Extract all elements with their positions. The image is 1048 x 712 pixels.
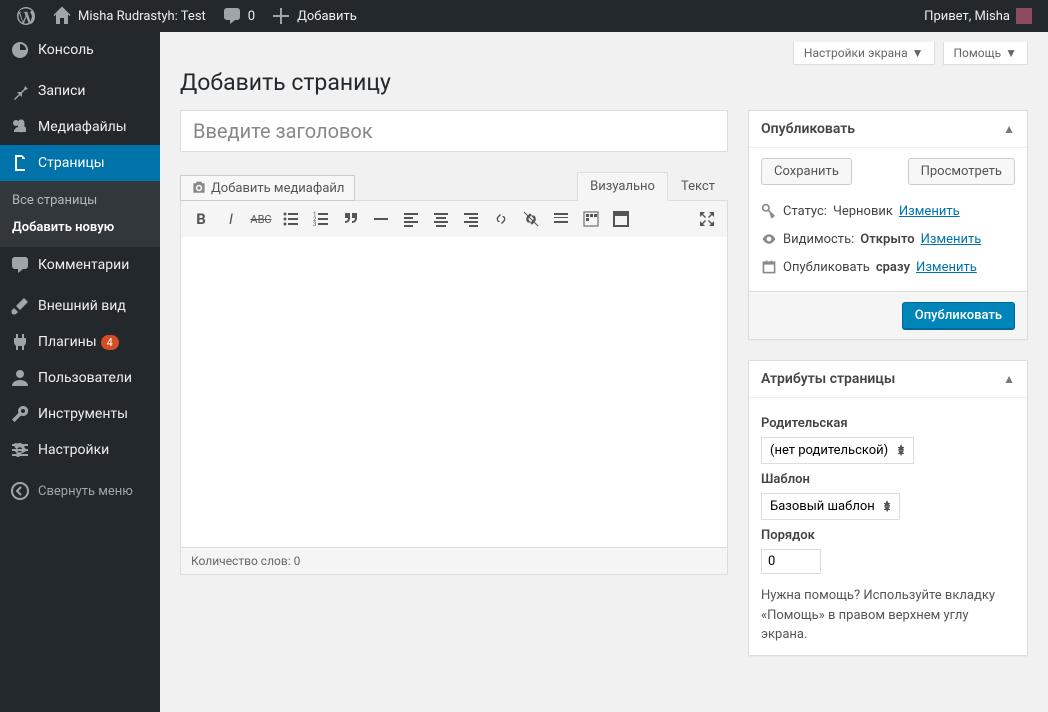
post-title-input[interactable] <box>180 110 728 152</box>
numbered-list-button[interactable]: 123 <box>307 205 335 233</box>
home-icon <box>52 6 72 26</box>
chevron-down-icon: ▼ <box>1005 46 1017 60</box>
status-row: Статус: Черновик Изменить <box>761 197 1015 225</box>
preview-button[interactable]: Просмотреть <box>908 158 1015 185</box>
hr-button[interactable] <box>367 205 395 233</box>
comment-icon <box>222 6 242 26</box>
publish-button[interactable]: Опубликовать <box>902 302 1015 329</box>
submenu-all-pages[interactable]: Все страницы <box>0 187 160 214</box>
user-greeting[interactable]: Привет, Misha <box>916 0 1040 32</box>
menu-comments[interactable]: Комментарии <box>0 247 160 283</box>
menu-plugins[interactable]: Плагины4 <box>0 324 160 360</box>
strikethrough-button[interactable]: ABC <box>247 205 275 233</box>
media-icon <box>10 117 30 137</box>
eye-icon <box>761 231 777 247</box>
parent-label: Родительская <box>761 416 1015 431</box>
avatar <box>1016 8 1032 24</box>
collapse-icon <box>10 481 30 501</box>
wordpress-icon <box>16 6 36 26</box>
menu-appearance[interactable]: Внешний вид <box>0 288 160 324</box>
editor-toolbar: B I ABC 123 <box>181 201 727 237</box>
parent-select[interactable]: (нет родительской) <box>761 437 914 464</box>
screen-options-tab[interactable]: Настройки экрана ▼ <box>793 42 935 65</box>
brush-icon <box>10 296 30 316</box>
calendar-icon <box>761 259 777 275</box>
fullscreen-button[interactable] <box>693 205 721 233</box>
menu-tools[interactable]: Инструменты <box>0 396 160 432</box>
align-left-button[interactable] <box>397 205 425 233</box>
page-title: Добавить страницу <box>180 69 1028 96</box>
template-select[interactable]: Базовый шаблон <box>761 493 900 520</box>
editor-content[interactable] <box>181 237 727 547</box>
camera-icon <box>191 180 207 196</box>
more-button[interactable] <box>547 205 575 233</box>
pin-icon <box>10 81 30 101</box>
svg-text:3: 3 <box>313 221 316 228</box>
add-media-button[interactable]: Добавить медиафайл <box>180 175 355 201</box>
bullet-list-button[interactable] <box>277 205 305 233</box>
publish-box: Опубликовать▲ Сохранить Просмотреть Стат… <box>748 110 1028 340</box>
edit-schedule-link[interactable]: Изменить <box>916 260 977 275</box>
chevron-up-icon: ▲ <box>1003 122 1015 136</box>
publish-box-header[interactable]: Опубликовать▲ <box>749 111 1027 148</box>
visibility-row: Видимость: Открыто Изменить <box>761 225 1015 253</box>
attributes-help-text: Нужна помощь? Используйте вкладку «Помощ… <box>761 586 1015 645</box>
quote-button[interactable] <box>337 205 365 233</box>
menu-dashboard[interactable]: Консоль <box>0 32 160 68</box>
link-button[interactable] <box>487 205 515 233</box>
toolbar-toggle-button[interactable] <box>577 205 605 233</box>
add-new-link[interactable]: Добавить <box>263 0 365 32</box>
site-link[interactable]: Misha Rudrastyh: Test <box>44 0 214 32</box>
edit-visibility-link[interactable]: Изменить <box>921 232 982 247</box>
admin-sidebar: Консоль Записи Медиафайлы Страницы Все с… <box>0 32 160 712</box>
save-draft-button[interactable]: Сохранить <box>761 158 852 185</box>
template-label: Шаблон <box>761 472 1015 487</box>
chevron-down-icon: ▼ <box>912 46 924 60</box>
submenu-add-page[interactable]: Добавить новую <box>0 214 160 241</box>
order-input[interactable] <box>761 549 821 574</box>
help-tab[interactable]: Помощь ▼ <box>943 42 1029 65</box>
comments-link[interactable]: 0 <box>214 0 263 32</box>
unlink-button[interactable] <box>517 205 545 233</box>
comments-icon <box>10 255 30 275</box>
plus-icon <box>271 6 291 26</box>
chevron-up-icon: ▲ <box>1003 372 1015 386</box>
distraction-free-button[interactable] <box>607 205 635 233</box>
menu-media[interactable]: Медиафайлы <box>0 109 160 145</box>
menu-collapse[interactable]: Свернуть меню <box>0 473 160 509</box>
align-right-button[interactable] <box>457 205 485 233</box>
user-icon <box>10 368 30 388</box>
attributes-box: Атрибуты страницы▲ Родительская (нет род… <box>748 360 1028 656</box>
menu-posts[interactable]: Записи <box>0 73 160 109</box>
settings-icon <box>10 440 30 460</box>
pages-icon <box>10 153 30 173</box>
schedule-row: Опубликовать сразу Изменить <box>761 253 1015 281</box>
submenu-pages: Все страницы Добавить новую <box>0 181 160 247</box>
edit-status-link[interactable]: Изменить <box>899 204 960 219</box>
editor-tab-text[interactable]: Текст <box>668 172 728 201</box>
attributes-box-header[interactable]: Атрибуты страницы▲ <box>749 361 1027 398</box>
tools-icon <box>10 404 30 424</box>
italic-button[interactable]: I <box>217 205 245 233</box>
plugin-icon <box>10 332 30 352</box>
bold-button[interactable]: B <box>187 205 215 233</box>
dashboard-icon <box>10 40 30 60</box>
editor-tab-visual[interactable]: Визуально <box>577 172 668 201</box>
admin-bar: Misha Rudrastyh: Test 0 Добавить Привет,… <box>0 0 1048 32</box>
menu-pages[interactable]: Страницы <box>0 145 160 181</box>
key-icon <box>761 203 777 219</box>
menu-settings[interactable]: Настройки <box>0 432 160 468</box>
wp-logo[interactable] <box>8 0 44 32</box>
order-label: Порядок <box>761 528 1015 543</box>
main-content: Настройки экрана ▼ Помощь ▼ Добавить стр… <box>160 32 1048 712</box>
plugins-badge: 4 <box>101 335 119 350</box>
menu-users[interactable]: Пользователи <box>0 360 160 396</box>
word-count: Количество слов: 0 <box>181 547 727 574</box>
align-center-button[interactable] <box>427 205 455 233</box>
